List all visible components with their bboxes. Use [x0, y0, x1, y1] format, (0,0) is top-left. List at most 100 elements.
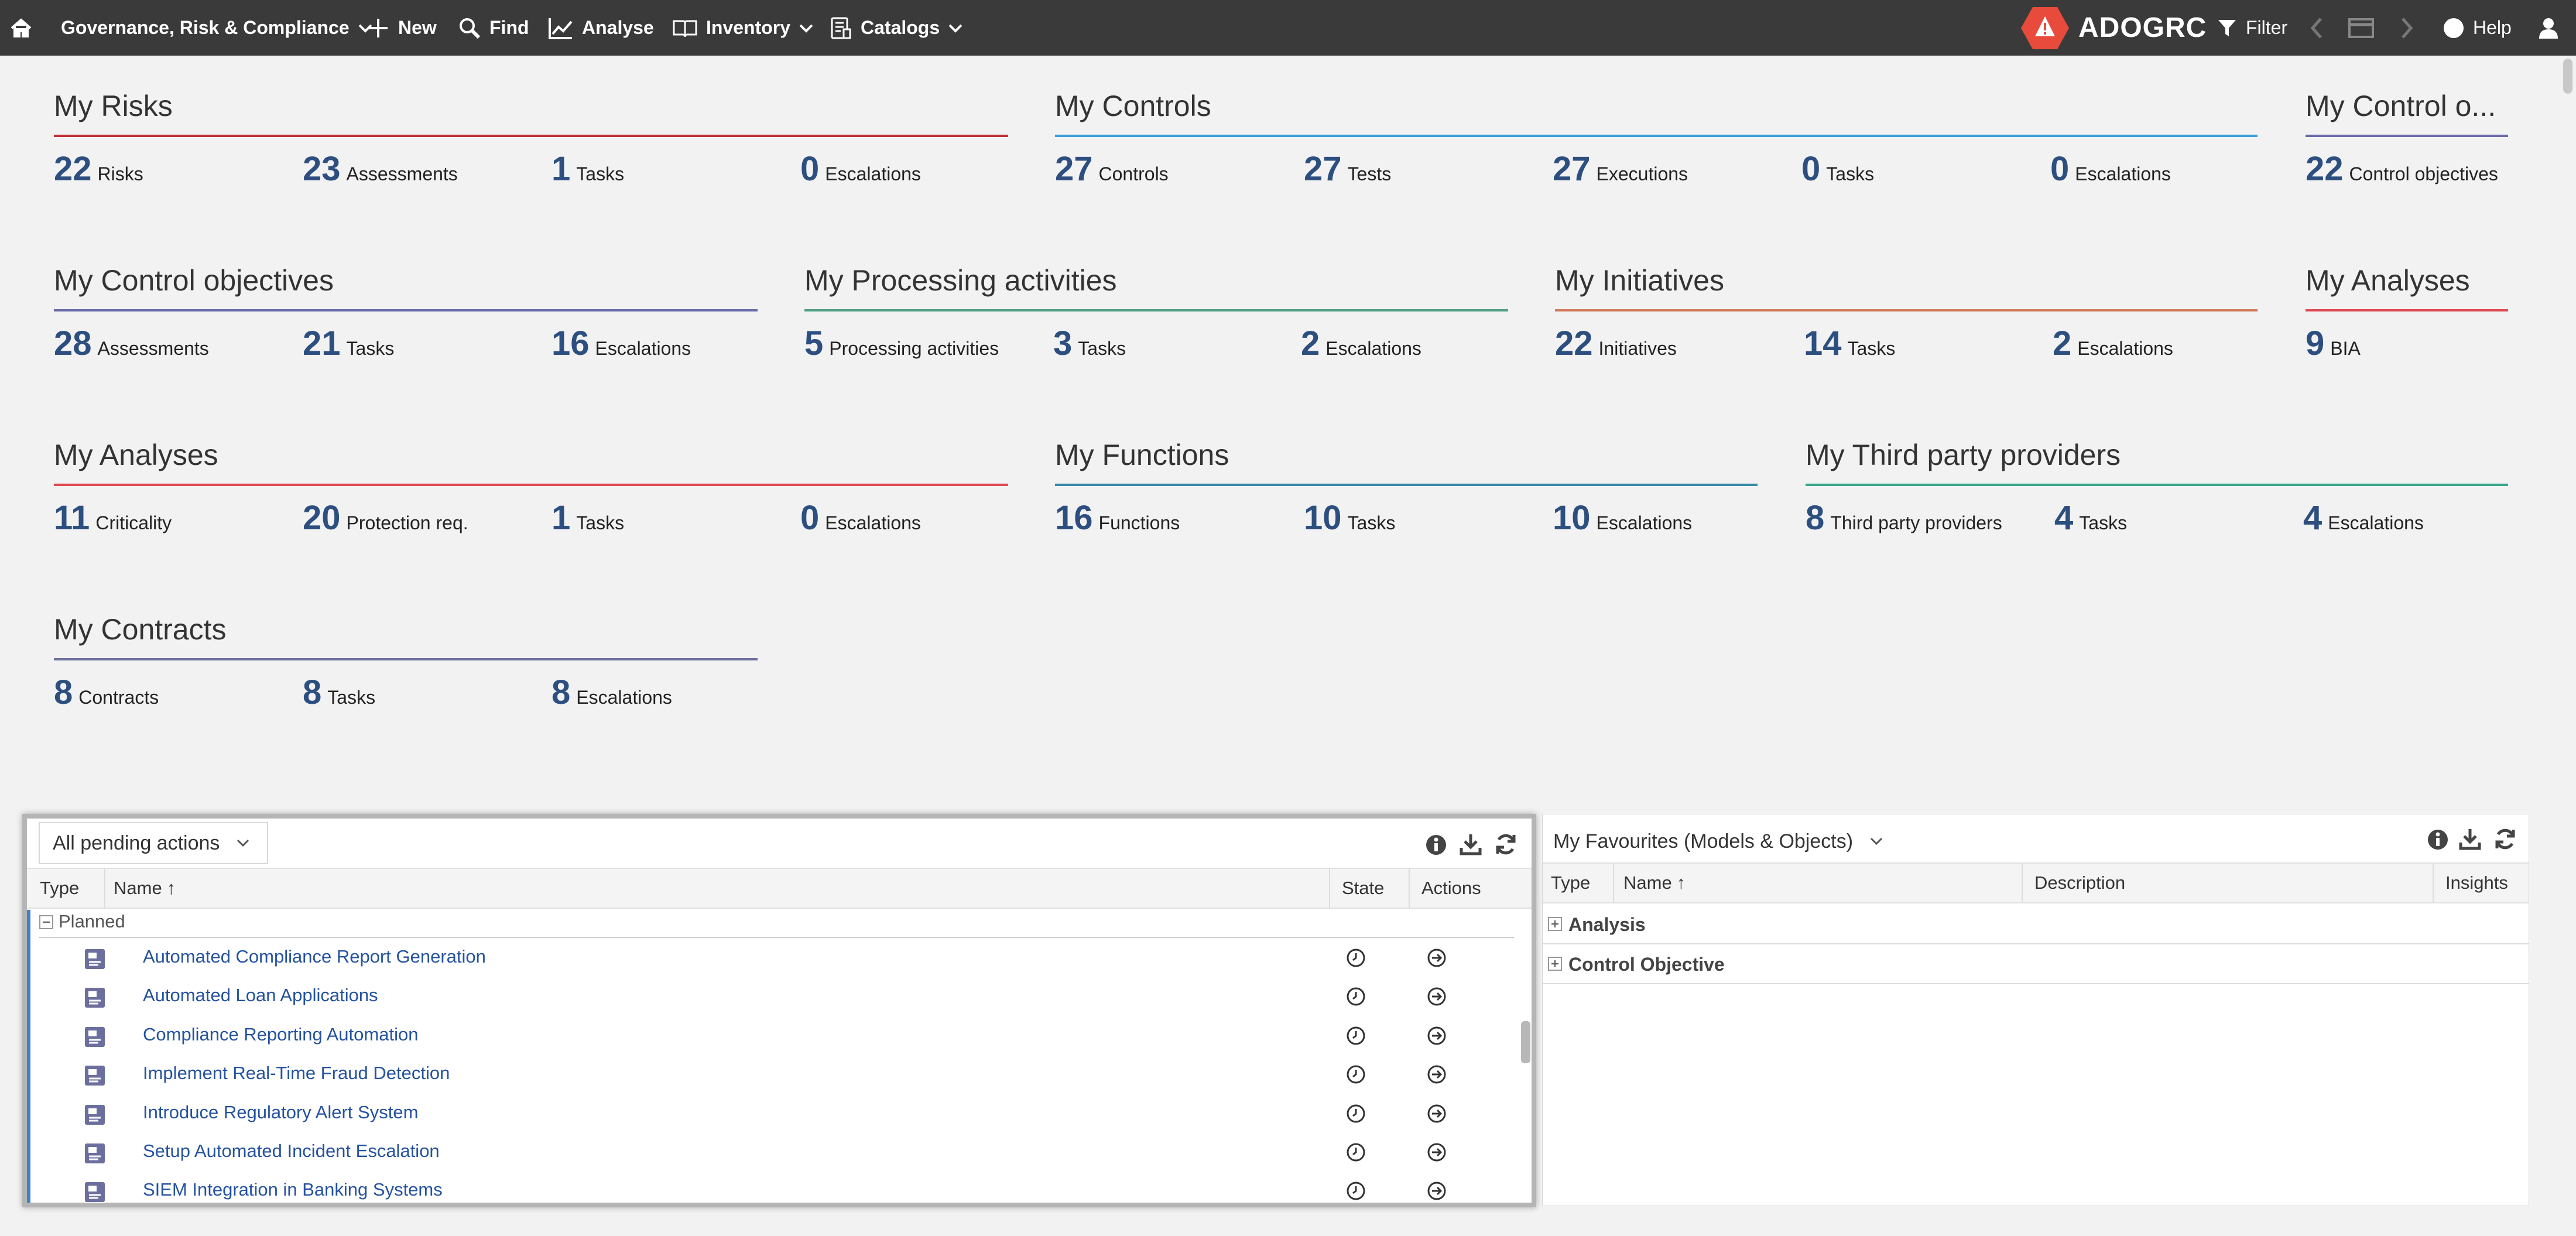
table-row[interactable]: Setup Automated Incident Escalation: [30, 1134, 1532, 1172]
table-row[interactable]: Automated Compliance Report Generation: [30, 939, 1532, 978]
find-button[interactable]: Find: [458, 0, 529, 56]
metric-tasks[interactable]: 3 Tasks: [1053, 324, 1126, 363]
forward-button[interactable]: [2400, 0, 2413, 56]
metric-escalations[interactable]: 4 Escalations: [2303, 498, 2424, 537]
download-icon[interactable]: [1459, 833, 1482, 856]
arrow-circle-right-icon[interactable]: [1426, 986, 1447, 1007]
column-type[interactable]: Type: [1551, 864, 1614, 902]
table-row[interactable]: Compliance Reporting Automation: [30, 1017, 1532, 1056]
column-name[interactable]: Name ↑: [1623, 864, 1686, 902]
favourite-group-control-objective[interactable]: Control Objective: [1543, 944, 2529, 984]
metric-bia[interactable]: 9 BIA: [2306, 324, 2361, 363]
metric-escalations[interactable]: 8 Escalations: [551, 673, 672, 712]
column-type[interactable]: Type: [40, 869, 105, 908]
metric-protection-requirements[interactable]: 20 Protection req.: [303, 498, 468, 537]
expand-icon[interactable]: [1547, 916, 1563, 932]
clock-state-icon[interactable]: [1345, 1180, 1366, 1201]
metric-tests[interactable]: 27 Tests: [1304, 149, 1391, 189]
home-button[interactable]: [9, 0, 33, 56]
metric-tasks[interactable]: 1 Tasks: [551, 498, 624, 537]
row-name-link[interactable]: Automated Compliance Report Generation: [143, 946, 486, 967]
metric-assessments[interactable]: 28 Assessments: [54, 324, 209, 363]
favourite-group-analysis[interactable]: Analysis: [1543, 905, 2529, 944]
metric-escalations[interactable]: 2 Escalations: [1301, 324, 1421, 363]
clock-state-icon[interactable]: [1345, 986, 1366, 1007]
metric-third-party-providers[interactable]: 8 Third party providers: [1806, 498, 2002, 537]
refresh-icon[interactable]: [2493, 827, 2517, 851]
metric-criticality[interactable]: 11 Criticality: [54, 498, 172, 537]
metric-assessments[interactable]: 23 Assessments: [303, 149, 458, 189]
metric-risks[interactable]: 22 Risks: [54, 149, 143, 189]
arrow-circle-right-icon[interactable]: [1426, 1064, 1447, 1085]
metric-controls[interactable]: 27 Controls: [1055, 149, 1169, 189]
page-scrollbar[interactable]: [2563, 59, 2572, 94]
metric-tasks[interactable]: 0 Tasks: [1801, 149, 1874, 189]
user-menu[interactable]: [2539, 0, 2558, 56]
metric-tasks[interactable]: 4 Tasks: [2054, 498, 2127, 537]
expand-icon[interactable]: [1547, 956, 1563, 971]
metric-tasks[interactable]: 1 Tasks: [551, 149, 624, 189]
column-actions[interactable]: Actions: [1409, 869, 1525, 908]
info-icon[interactable]: [1425, 834, 1447, 856]
info-icon[interactable]: [2427, 828, 2449, 851]
metric-initiatives[interactable]: 22 Initiatives: [1555, 324, 1677, 363]
row-name-link[interactable]: Setup Automated Incident Escalation: [143, 1141, 440, 1162]
table-row[interactable]: Implement Real-Time Fraud Detection: [30, 1056, 1532, 1094]
catalogs-menu[interactable]: Catalogs: [829, 0, 963, 56]
metric-tasks[interactable]: 8 Tasks: [303, 673, 375, 712]
column-name[interactable]: Name ↑: [114, 869, 176, 908]
widget-divider: [54, 135, 1008, 137]
brand-name: ADOGRC: [2078, 12, 2207, 43]
metric-tasks[interactable]: 10 Tasks: [1304, 498, 1395, 537]
refresh-icon[interactable]: [1494, 833, 1517, 856]
windows-button[interactable]: [2348, 0, 2375, 56]
metric-executions[interactable]: 27 Executions: [1553, 149, 1688, 189]
column-insights[interactable]: Insights: [2433, 864, 2529, 902]
metric-escalations[interactable]: 16 Escalations: [551, 324, 691, 363]
metric-escalations[interactable]: 0 Escalations: [800, 498, 921, 537]
arrow-circle-right-icon[interactable]: [1426, 947, 1447, 968]
favourites-dropdown[interactable]: My Favourites (Models & Objects): [1553, 826, 1883, 857]
column-state[interactable]: State: [1329, 869, 1409, 908]
table-row[interactable]: Automated Loan Applications: [30, 978, 1532, 1016]
clock-state-icon[interactable]: [1345, 1142, 1366, 1163]
help-button[interactable]: ? Help: [2443, 0, 2512, 56]
row-name-link[interactable]: SIEM Integration in Banking Systems: [143, 1179, 443, 1200]
metric-escalations[interactable]: 0 Escalations: [800, 149, 921, 189]
arrow-circle-right-icon[interactable]: [1426, 1180, 1447, 1201]
metric-contracts[interactable]: 8 Contracts: [54, 673, 159, 712]
clock-state-icon[interactable]: [1345, 947, 1366, 968]
clock-state-icon[interactable]: [1345, 1103, 1366, 1124]
row-name-link[interactable]: Implement Real-Time Fraud Detection: [143, 1063, 450, 1084]
filter-button[interactable]: Filter: [2217, 0, 2287, 56]
inventory-menu[interactable]: Inventory: [672, 0, 814, 56]
new-button[interactable]: New: [366, 0, 437, 56]
metric-escalations[interactable]: 10 Escalations: [1553, 498, 1692, 537]
metric-tasks[interactable]: 21 Tasks: [303, 324, 394, 363]
metric-control-objectives[interactable]: 22 Control objectives: [2306, 149, 2498, 189]
metric-functions[interactable]: 16 Functions: [1055, 498, 1180, 537]
metric-escalations[interactable]: 0 Escalations: [2050, 149, 2171, 189]
clock-state-icon[interactable]: [1345, 1025, 1366, 1046]
table-row[interactable]: Introduce Regulatory Alert System: [30, 1095, 1532, 1134]
module-selector[interactable]: Governance, Risk & Compliance: [61, 0, 373, 56]
clock-state-icon[interactable]: [1345, 1064, 1366, 1085]
table-row[interactable]: SIEM Integration in Banking Systems: [30, 1172, 1532, 1203]
collapse-icon[interactable]: [39, 915, 54, 930]
arrow-circle-right-icon[interactable]: [1426, 1103, 1447, 1124]
column-description[interactable]: Description: [2022, 864, 2433, 902]
table-scrollbar[interactable]: [1521, 1021, 1530, 1063]
row-name-link[interactable]: Automated Loan Applications: [143, 985, 378, 1006]
row-name-link[interactable]: Introduce Regulatory Alert System: [143, 1102, 418, 1123]
arrow-circle-right-icon[interactable]: [1426, 1142, 1447, 1163]
group-row-planned[interactable]: Planned: [39, 910, 1514, 938]
metric-escalations[interactable]: 2 Escalations: [2053, 324, 2173, 363]
analyse-button[interactable]: Analyse: [548, 0, 654, 56]
pending-actions-dropdown[interactable]: All pending actions: [39, 822, 268, 864]
back-button[interactable]: [2310, 0, 2323, 56]
download-icon[interactable]: [2458, 827, 2482, 851]
metric-processing-activities[interactable]: 5 Processing activities: [804, 324, 999, 363]
metric-tasks[interactable]: 14 Tasks: [1804, 324, 1895, 363]
arrow-circle-right-icon[interactable]: [1426, 1025, 1447, 1046]
row-name-link[interactable]: Compliance Reporting Automation: [143, 1024, 418, 1045]
